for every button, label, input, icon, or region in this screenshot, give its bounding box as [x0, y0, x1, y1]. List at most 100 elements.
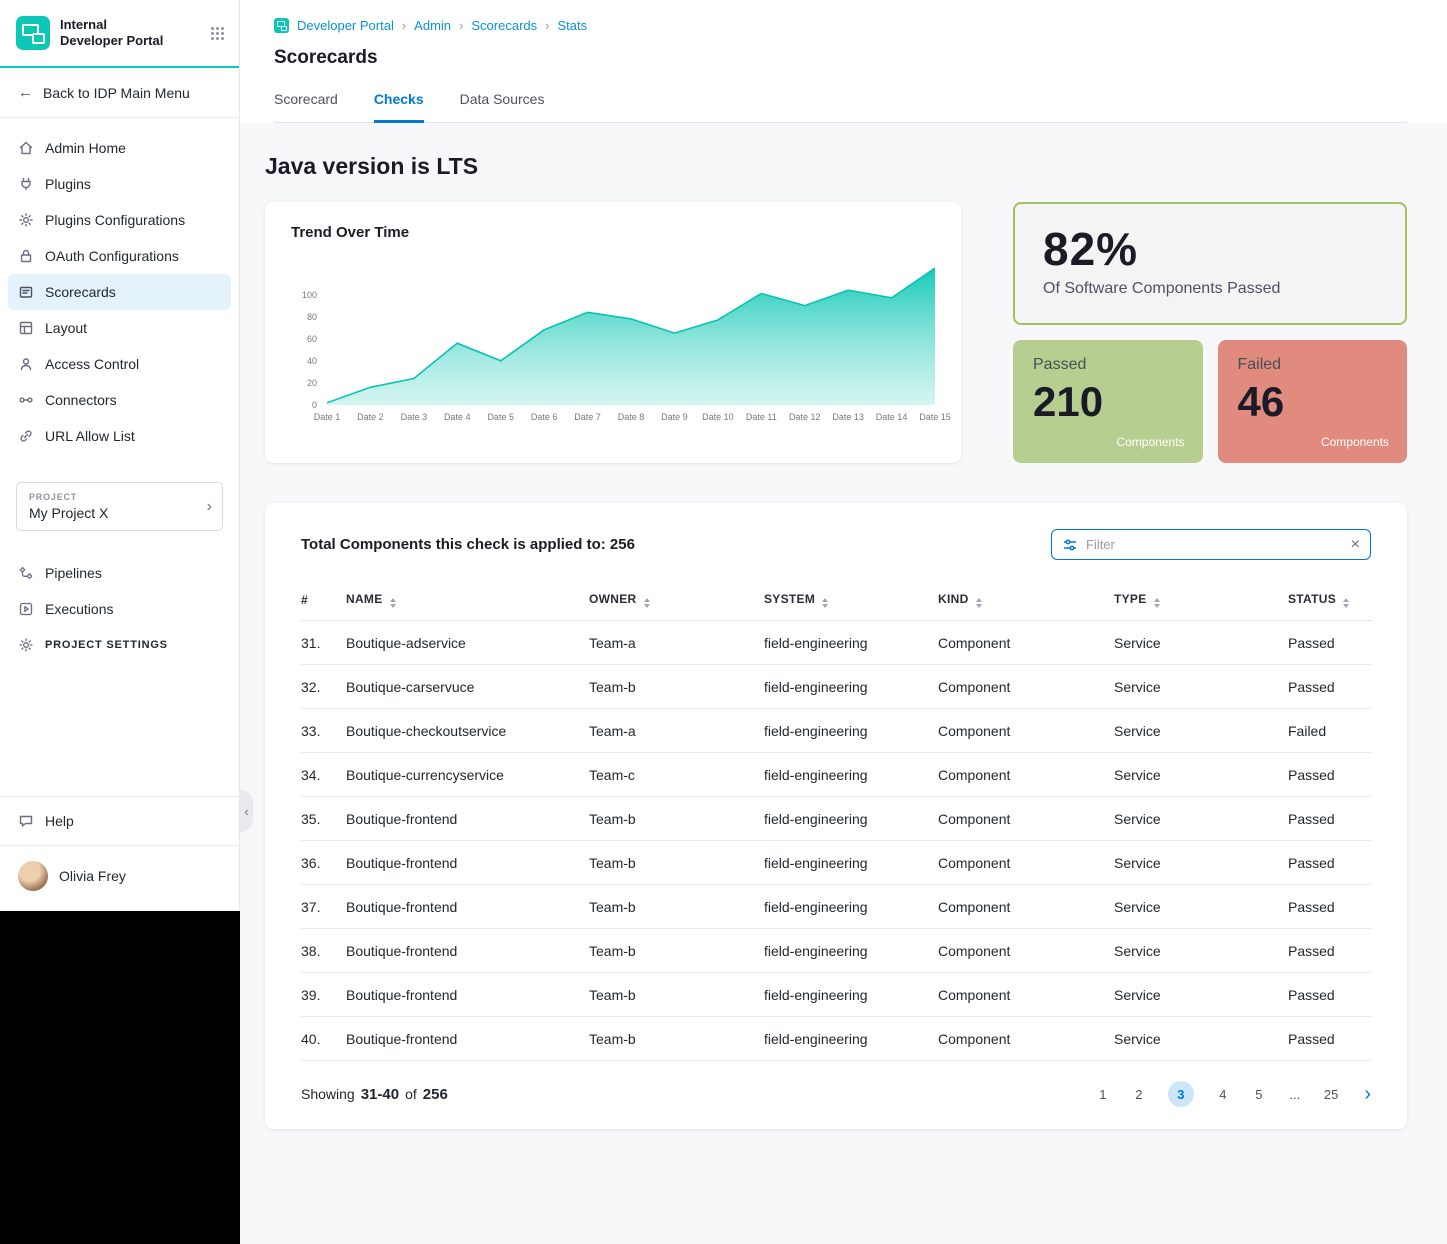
y-tick-label: 100 — [302, 290, 317, 300]
showing-range: 31-40 — [361, 1086, 399, 1103]
chevron-right-icon: › — [207, 498, 212, 516]
sidebar-item-pipelines[interactable]: Pipelines — [8, 555, 231, 591]
pagination-page[interactable]: 3 — [1168, 1081, 1194, 1107]
column-header-kind[interactable]: KIND — [938, 582, 1114, 621]
pagination-page[interactable]: 25 — [1324, 1087, 1338, 1102]
table-row[interactable]: 35.Boutique-frontendTeam-bfield-engineer… — [301, 797, 1372, 841]
sidebar-item-label: Connectors — [45, 392, 117, 408]
sidebar-item-plugins-configurations[interactable]: Plugins Configurations — [8, 202, 231, 238]
table-row[interactable]: 37.Boutique-frontendTeam-bfield-engineer… — [301, 885, 1372, 929]
clear-filter-icon[interactable]: × — [1351, 537, 1360, 553]
breadcrumb-separator: › — [402, 18, 406, 33]
column-header-type[interactable]: TYPE — [1114, 582, 1288, 621]
tab-data-sources[interactable]: Data Sources — [460, 91, 545, 122]
sidebar-item-url-allow-list[interactable]: URL Allow List — [8, 418, 231, 454]
table-header-row: # NAME OWNER SYSTEM KIND TYPE STATUS — [301, 582, 1372, 621]
sort-icon — [976, 598, 982, 608]
sidebar-item-admin-home[interactable]: Admin Home — [8, 130, 231, 166]
pagination-next-icon[interactable]: › — [1364, 1084, 1371, 1104]
sidebar-item-oauth-configurations[interactable]: OAuth Configurations — [8, 238, 231, 274]
sidebar-item-executions[interactable]: Executions — [8, 591, 231, 627]
avatar — [18, 861, 48, 891]
developer-portal-icon — [274, 18, 289, 33]
idp-logo-icon — [16, 16, 50, 50]
breadcrumb-link-admin[interactable]: Admin — [414, 18, 451, 33]
breadcrumb: Developer Portal › Admin › Scorecards › … — [274, 18, 1407, 33]
filter-input[interactable] — [1086, 537, 1343, 552]
breadcrumb-link-stats[interactable]: Stats — [557, 18, 587, 33]
breadcrumb-link-developer-portal[interactable]: Developer Portal — [297, 18, 394, 33]
tab-checks[interactable]: Checks — [374, 91, 424, 123]
table-row[interactable]: 31.Boutique-adserviceTeam-afield-enginee… — [301, 621, 1372, 665]
x-tick-label: Date 4 — [444, 412, 471, 422]
pagination-page[interactable]: 4 — [1216, 1087, 1230, 1102]
score-caption: Of Software Components Passed — [1043, 280, 1377, 298]
project-selector[interactable]: PROJECT My Project X › — [16, 482, 223, 531]
sidebar-item-plugins[interactable]: Plugins — [8, 166, 231, 202]
sidebar-item-label: Pipelines — [45, 565, 102, 581]
trend-card-title: Trend Over Time — [291, 224, 935, 241]
content: Java version is LTS Trend Over Time 1008… — [240, 123, 1447, 1169]
pagination-page[interactable]: 1 — [1096, 1087, 1110, 1102]
table-row[interactable]: 38.Boutique-frontendTeam-bfield-engineer… — [301, 929, 1372, 973]
sidebar-item-project-settings[interactable]: PROJECT SETTINGS — [8, 627, 231, 663]
showing-summary: Showing 31-40 of 256 — [301, 1086, 448, 1103]
help-button[interactable]: Help — [0, 796, 239, 845]
x-tick-label: Date 11 — [746, 412, 777, 422]
table-row[interactable]: 39.Boutique-frontendTeam-bfield-engineer… — [301, 973, 1372, 1017]
sort-icon — [644, 598, 650, 608]
table-row[interactable]: 32.Boutique-carservuceTeam-bfield-engine… — [301, 665, 1372, 709]
components-table-card: Total Components this check is applied t… — [265, 503, 1407, 1129]
scorecard-icon — [18, 284, 34, 300]
table-row[interactable]: 34.Boutique-currencyserviceTeam-cfield-e… — [301, 753, 1372, 797]
sidebar-item-label: Scorecards — [45, 284, 116, 300]
app-grid-icon[interactable] — [210, 26, 225, 41]
sort-icon — [1343, 598, 1349, 608]
trend-area-chart-svg — [327, 267, 935, 405]
pipelines-icon — [18, 565, 34, 581]
failed-label: Failed — [1238, 356, 1388, 374]
breadcrumb-link-scorecards[interactable]: Scorecards — [471, 18, 537, 33]
chart-y-axis: 100806040200 — [291, 267, 327, 405]
score-percentage: 82% — [1043, 222, 1377, 276]
pagination-page[interactable]: 5 — [1252, 1087, 1266, 1102]
sidebar-item-access-control[interactable]: Access Control — [8, 346, 231, 382]
x-tick-label: Date 15 — [919, 412, 951, 422]
y-tick-label: 0 — [312, 400, 317, 410]
sidebar-collapse-handle[interactable]: ‹ — [240, 790, 253, 832]
sidebar-item-label: URL Allow List — [45, 428, 135, 444]
tab-scorecard[interactable]: Scorecard — [274, 91, 338, 122]
components-table: # NAME OWNER SYSTEM KIND TYPE STATUS 31.… — [301, 582, 1372, 1061]
failed-card: Failed 46 Components — [1218, 340, 1408, 463]
layout-icon — [18, 320, 34, 336]
sidebar-item-label: Executions — [45, 601, 113, 617]
executions-icon — [18, 601, 34, 617]
y-tick-label: 80 — [307, 312, 317, 322]
home-icon — [18, 140, 34, 156]
lock-icon — [18, 248, 34, 264]
showing-total: 256 — [423, 1086, 448, 1103]
sidebar-item-layout[interactable]: Layout — [8, 310, 231, 346]
column-header-owner[interactable]: OWNER — [589, 582, 764, 621]
back-to-main-menu[interactable]: ← Back to IDP Main Menu — [0, 68, 239, 118]
admin-menu: Admin Home Plugins Plugins Configuration… — [0, 118, 239, 454]
user-profile[interactable]: Olivia Frey — [0, 845, 239, 911]
sidebar-bottom: Help Olivia Frey — [0, 796, 239, 911]
pagination-page[interactable]: 2 — [1132, 1087, 1146, 1102]
breadcrumb-separator: › — [459, 18, 463, 33]
trend-over-time-card: Trend Over Time 100 80 60 40 20 0 — [265, 202, 961, 463]
table-row[interactable]: 33.Boutique-checkoutserviceTeam-afield-e… — [301, 709, 1372, 753]
table-row[interactable]: 40.Boutique-frontendTeam-bfield-engineer… — [301, 1017, 1372, 1061]
column-header-status[interactable]: STATUS — [1288, 582, 1372, 621]
table-row[interactable]: 36.Boutique-frontendTeam-bfield-engineer… — [301, 841, 1372, 885]
main-area: Developer Portal › Admin › Scorecards › … — [240, 0, 1447, 1244]
column-header-name[interactable]: NAME — [346, 582, 589, 621]
pagination-ellipsis: ... — [1288, 1087, 1302, 1102]
y-tick-label: 40 — [307, 356, 317, 366]
sidebar-item-scorecards[interactable]: Scorecards — [8, 274, 231, 310]
column-header-system[interactable]: SYSTEM — [764, 582, 938, 621]
sidebar-item-connectors[interactable]: Connectors — [8, 382, 231, 418]
y-tick-label: 20 — [307, 378, 317, 388]
y-tick-label: 60 — [307, 334, 317, 344]
x-tick-label: Date 8 — [618, 412, 645, 422]
